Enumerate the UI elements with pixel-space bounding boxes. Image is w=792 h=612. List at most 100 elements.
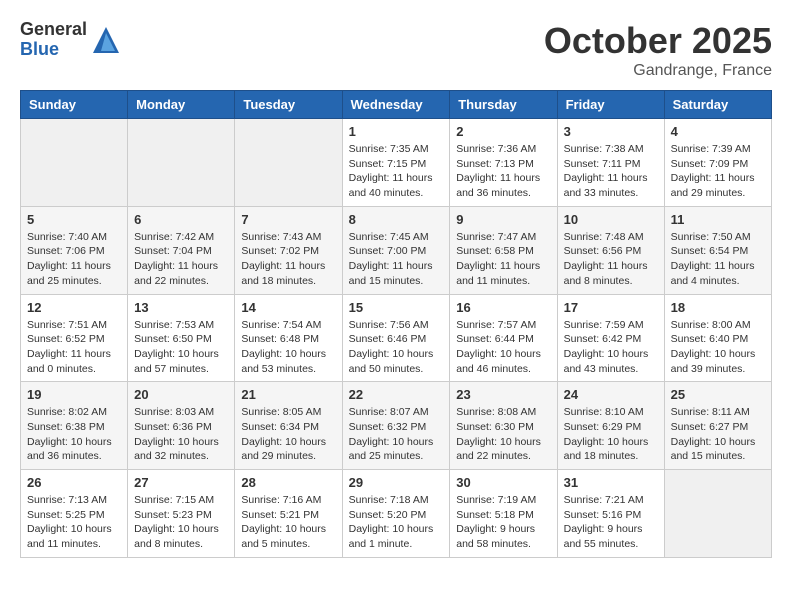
- weekday-header: Sunday: [21, 91, 128, 119]
- day-number: 19: [27, 387, 121, 402]
- title-area: October 2025 Gandrange, France: [544, 20, 772, 80]
- day-info: Sunrise: 7:45 AM Sunset: 7:00 PM Dayligh…: [349, 230, 444, 289]
- calendar-cell: 27Sunrise: 7:15 AM Sunset: 5:23 PM Dayli…: [128, 470, 235, 558]
- calendar-cell: 20 Sunrise: 8:03 AM Sunset: 6:36 PM Dayli…: [128, 382, 235, 470]
- weekday-header: Thursday: [450, 91, 557, 119]
- day-number: 23: [456, 387, 550, 402]
- calendar-cell: 22 Sunrise: 8:07 AM Sunset: 6:32 PM Dayli…: [342, 382, 450, 470]
- calendar-table: SundayMondayTuesdayWednesdayThursdayFrid…: [20, 90, 772, 558]
- calendar-cell: 24Sunrise: 8:10 AM Sunset: 6:29 PM Dayli…: [557, 382, 664, 470]
- day-number: 4: [671, 124, 765, 139]
- calendar-cell: 30Sunrise: 7:19 AM Sunset: 5:18 PM Dayli…: [450, 470, 557, 558]
- day-number: 2: [456, 124, 550, 139]
- calendar-cell: 26 Sunrise: 7:13 AM Sunset: 5:25 PM Dayli…: [21, 470, 128, 558]
- day-info: Sunrise: 7:21 AM Sunset: 5:16 PM Dayligh…: [564, 493, 658, 552]
- day-number: 18: [671, 300, 765, 315]
- calendar-cell: 12Sunrise: 7:51 AM Sunset: 6:52 PM Dayli…: [21, 294, 128, 382]
- day-number: 15: [349, 300, 444, 315]
- calendar-cell: 6 Sunrise: 7:42 AM Sunset: 7:04 PM Daylig…: [128, 206, 235, 294]
- day-number: 30: [456, 475, 550, 490]
- calendar-week-row: 26 Sunrise: 7:13 AM Sunset: 5:25 PM Dayli…: [21, 470, 772, 558]
- weekday-header: Friday: [557, 91, 664, 119]
- day-number: 25: [671, 387, 765, 402]
- day-info: Sunrise: 7:53 AM Sunset: 6:50 PM Dayligh…: [134, 318, 228, 377]
- day-number: 7: [241, 212, 335, 227]
- weekday-header: Saturday: [664, 91, 771, 119]
- day-number: 28: [241, 475, 335, 490]
- calendar-cell: 23Sunrise: 8:08 AM Sunset: 6:30 PM Dayli…: [450, 382, 557, 470]
- day-number: 11: [671, 212, 765, 227]
- day-number: 22: [349, 387, 444, 402]
- calendar-cell: 11 Sunrise: 7:50 AM Sunset: 6:54 PM Dayli…: [664, 206, 771, 294]
- day-info: Sunrise: 8:03 AM Sunset: 6:36 PM Dayligh…: [134, 405, 228, 464]
- calendar-cell: 9 Sunrise: 7:47 AM Sunset: 6:58 PM Daylig…: [450, 206, 557, 294]
- day-info: Sunrise: 8:11 AM Sunset: 6:27 PM Dayligh…: [671, 405, 765, 464]
- day-info: Sunrise: 7:56 AM Sunset: 6:46 PM Dayligh…: [349, 318, 444, 377]
- day-number: 16: [456, 300, 550, 315]
- calendar-cell: 1 Sunrise: 7:35 AM Sunset: 7:15 PM Daylig…: [342, 119, 450, 207]
- day-number: 3: [564, 124, 658, 139]
- day-number: 17: [564, 300, 658, 315]
- location-text: Gandrange, France: [544, 62, 772, 80]
- day-info: Sunrise: 7:40 AM Sunset: 7:06 PM Dayligh…: [27, 230, 121, 289]
- calendar-cell: 18Sunrise: 8:00 AM Sunset: 6:40 PM Dayli…: [664, 294, 771, 382]
- calendar-week-row: 1 Sunrise: 7:35 AM Sunset: 7:15 PM Daylig…: [21, 119, 772, 207]
- day-number: 29: [349, 475, 444, 490]
- calendar-cell: 21 Sunrise: 8:05 AM Sunset: 6:34 PM Dayli…: [235, 382, 342, 470]
- day-number: 14: [241, 300, 335, 315]
- weekday-header: Monday: [128, 91, 235, 119]
- calendar-cell: [664, 470, 771, 558]
- day-info: Sunrise: 8:10 AM Sunset: 6:29 PM Dayligh…: [564, 405, 658, 464]
- day-info: Sunrise: 7:42 AM Sunset: 7:04 PM Dayligh…: [134, 230, 228, 289]
- day-info: Sunrise: 7:35 AM Sunset: 7:15 PM Dayligh…: [349, 142, 444, 201]
- calendar-week-row: 12Sunrise: 7:51 AM Sunset: 6:52 PM Dayli…: [21, 294, 772, 382]
- day-number: 20: [134, 387, 228, 402]
- weekday-header: Tuesday: [235, 91, 342, 119]
- calendar-cell: 7 Sunrise: 7:43 AM Sunset: 7:02 PM Daylig…: [235, 206, 342, 294]
- day-number: 13: [134, 300, 228, 315]
- day-info: Sunrise: 7:43 AM Sunset: 7:02 PM Dayligh…: [241, 230, 335, 289]
- calendar-week-row: 5 Sunrise: 7:40 AM Sunset: 7:06 PM Daylig…: [21, 206, 772, 294]
- day-info: Sunrise: 7:18 AM Sunset: 5:20 PM Dayligh…: [349, 493, 444, 552]
- weekday-header: Wednesday: [342, 91, 450, 119]
- day-info: Sunrise: 7:48 AM Sunset: 6:56 PM Dayligh…: [564, 230, 658, 289]
- day-info: Sunrise: 8:07 AM Sunset: 6:32 PM Dayligh…: [349, 405, 444, 464]
- calendar-cell: 17Sunrise: 7:59 AM Sunset: 6:42 PM Dayli…: [557, 294, 664, 382]
- calendar-cell: 2 Sunrise: 7:36 AM Sunset: 7:13 PM Daylig…: [450, 119, 557, 207]
- calendar-cell: 14 Sunrise: 7:54 AM Sunset: 6:48 PM Dayli…: [235, 294, 342, 382]
- calendar-cell: [128, 119, 235, 207]
- calendar-cell: 25 Sunrise: 8:11 AM Sunset: 6:27 PM Dayli…: [664, 382, 771, 470]
- day-info: Sunrise: 7:47 AM Sunset: 6:58 PM Dayligh…: [456, 230, 550, 289]
- calendar-cell: 19Sunrise: 8:02 AM Sunset: 6:38 PM Dayli…: [21, 382, 128, 470]
- day-info: Sunrise: 7:57 AM Sunset: 6:44 PM Dayligh…: [456, 318, 550, 377]
- logo-icon: [91, 25, 121, 55]
- calendar-cell: 3 Sunrise: 7:38 AM Sunset: 7:11 PM Daylig…: [557, 119, 664, 207]
- day-info: Sunrise: 7:54 AM Sunset: 6:48 PM Dayligh…: [241, 318, 335, 377]
- day-number: 9: [456, 212, 550, 227]
- calendar-cell: 8 Sunrise: 7:45 AM Sunset: 7:00 PM Daylig…: [342, 206, 450, 294]
- calendar-cell: 15 Sunrise: 7:56 AM Sunset: 6:46 PM Dayli…: [342, 294, 450, 382]
- calendar-cell: [235, 119, 342, 207]
- day-number: 10: [564, 212, 658, 227]
- day-number: 12: [27, 300, 121, 315]
- day-number: 21: [241, 387, 335, 402]
- day-number: 5: [27, 212, 121, 227]
- day-info: Sunrise: 7:38 AM Sunset: 7:11 PM Dayligh…: [564, 142, 658, 201]
- calendar-cell: 10 Sunrise: 7:48 AM Sunset: 6:56 PM Dayli…: [557, 206, 664, 294]
- day-info: Sunrise: 8:05 AM Sunset: 6:34 PM Dayligh…: [241, 405, 335, 464]
- logo-blue-text: Blue: [20, 40, 87, 60]
- calendar-cell: 4Sunrise: 7:39 AM Sunset: 7:09 PM Daylig…: [664, 119, 771, 207]
- calendar-cell: 13 Sunrise: 7:53 AM Sunset: 6:50 PM Dayli…: [128, 294, 235, 382]
- day-number: 31: [564, 475, 658, 490]
- page-header: General Blue October 2025 Gandrange, Fra…: [20, 20, 772, 80]
- day-info: Sunrise: 7:36 AM Sunset: 7:13 PM Dayligh…: [456, 142, 550, 201]
- day-info: Sunrise: 7:13 AM Sunset: 5:25 PM Dayligh…: [27, 493, 121, 552]
- day-number: 8: [349, 212, 444, 227]
- day-number: 6: [134, 212, 228, 227]
- day-info: Sunrise: 7:50 AM Sunset: 6:54 PM Dayligh…: [671, 230, 765, 289]
- day-number: 26: [27, 475, 121, 490]
- day-number: 1: [349, 124, 444, 139]
- day-info: Sunrise: 7:16 AM Sunset: 5:21 PM Dayligh…: [241, 493, 335, 552]
- day-number: 27: [134, 475, 228, 490]
- logo: General Blue: [20, 20, 121, 60]
